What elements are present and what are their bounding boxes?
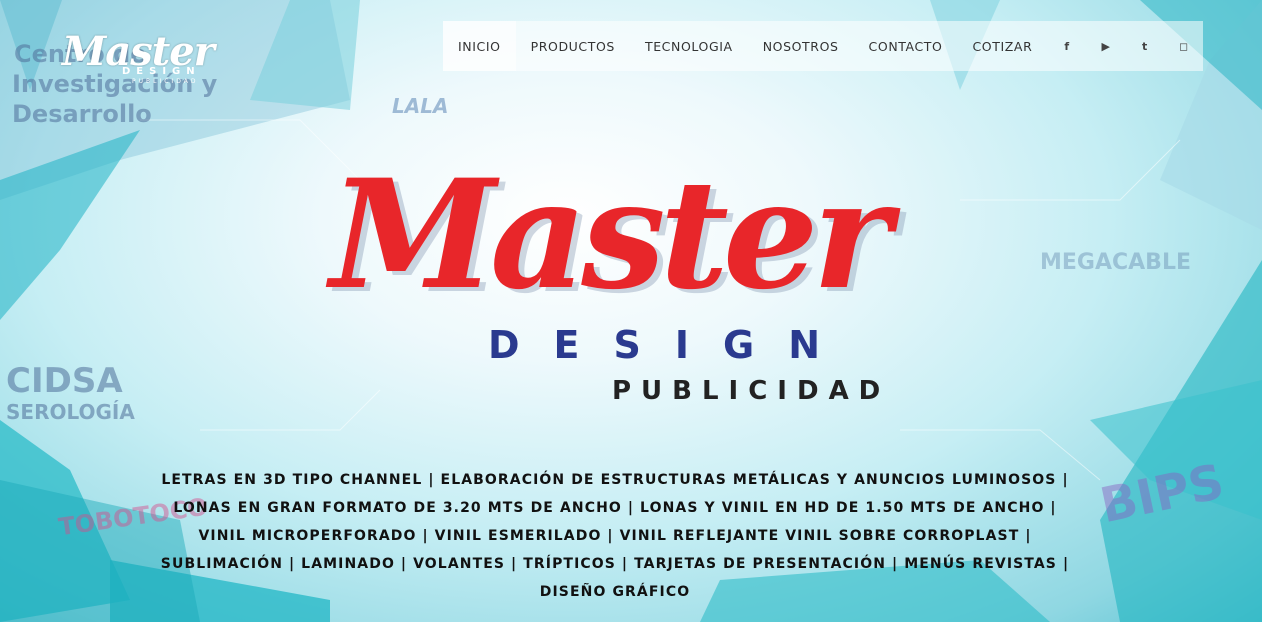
logo-design: DESIGN — [122, 66, 201, 77]
nav-item-contacto[interactable]: CONTACTO — [854, 21, 958, 71]
youtube-icon[interactable]: ▶ — [1086, 21, 1125, 71]
hero-logo: Master DESIGN PUBLICIDAD — [330, 160, 950, 420]
background-sign-text: LALA — [392, 94, 449, 118]
site-logo[interactable]: Master DESIGN PUBLICIDAD — [62, 28, 222, 98]
main-navigation: INICIO PRODUCTOS TECNOLOGIA NOSOTROS CON… — [443, 21, 1203, 71]
hero-logo-publicidad: PUBLICIDAD — [612, 376, 891, 406]
background-sign-text: CIDSA — [6, 361, 123, 401]
background-sign-text: SEROLOGÍA — [6, 400, 135, 424]
nav-item-productos[interactable]: PRODUCTOS — [516, 21, 630, 71]
logo-publicidad: PUBLICIDAD — [132, 78, 199, 85]
nav-item-inicio[interactable]: INICIO — [443, 21, 516, 71]
instagram-icon[interactable]: ◻ — [1164, 21, 1203, 71]
services-list: LETRAS EN 3D TIPO CHANNEL | ELABORACIÓN … — [160, 472, 1070, 600]
twitter-icon[interactable]: t — [1125, 21, 1164, 71]
hero-logo-design: DESIGN — [488, 323, 855, 367]
nav-item-tecnologia[interactable]: TECNOLOGIA — [630, 21, 748, 71]
nav-item-cotizar[interactable]: COTIZAR — [957, 21, 1047, 71]
nav-item-nosotros[interactable]: NOSOTROS — [748, 21, 854, 71]
background-sign-text: MEGACABLE — [1040, 250, 1191, 275]
background-sign-text: Desarrollo — [12, 100, 152, 128]
hero-logo-master: Master — [330, 147, 891, 323]
hero-banner: Centro de Investigación y Desarrollo LAL… — [0, 0, 1262, 622]
facebook-icon[interactable]: f — [1047, 21, 1086, 71]
